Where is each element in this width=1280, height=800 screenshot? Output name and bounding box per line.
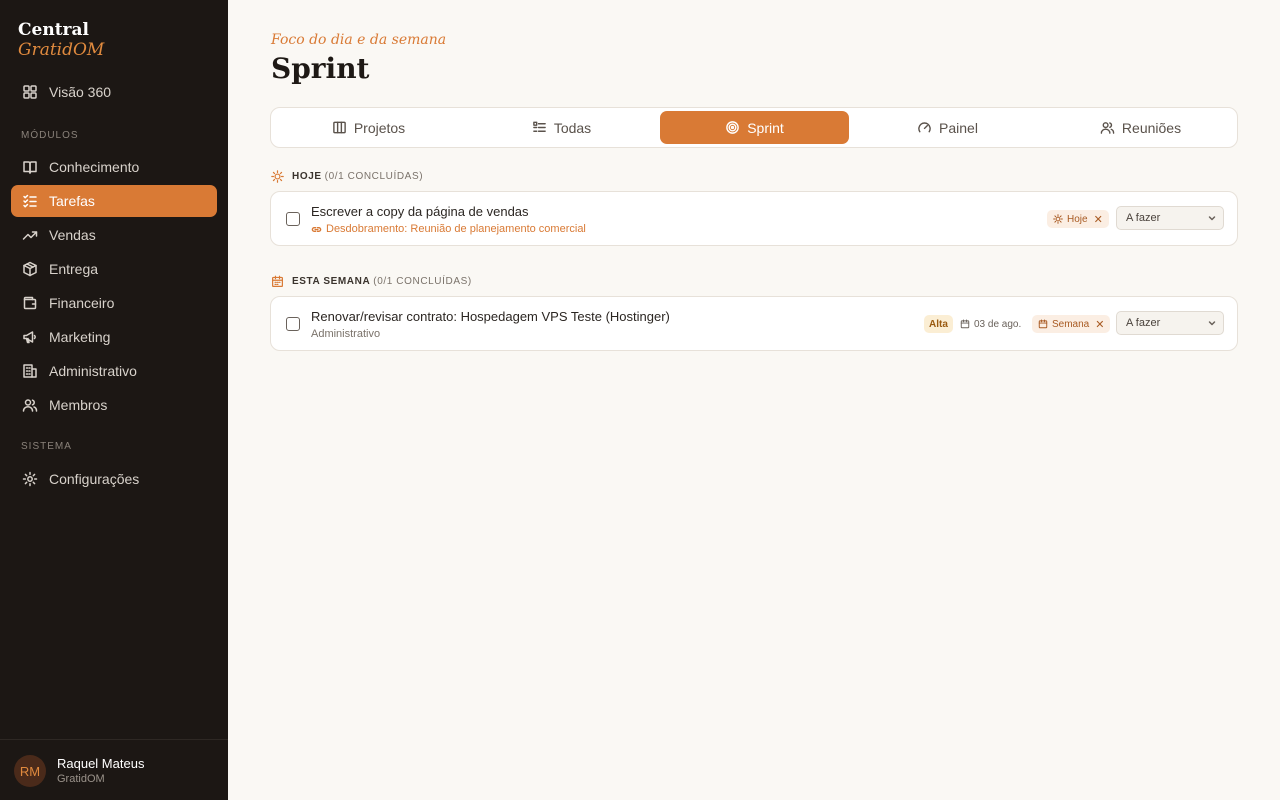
sidebar-item-visao-360[interactable]: Visão 360 (11, 76, 217, 108)
tab-label: Reuniões (1121, 119, 1182, 136)
group-name: ESTA SEMANA (292, 276, 371, 287)
calendar-icon (1038, 319, 1048, 329)
sidebar-item-membros[interactable]: Membros (11, 389, 217, 421)
user-profile[interactable]: RM Raquel Mateus GratidOM (0, 739, 228, 800)
sidebar-item-vendas[interactable]: Vendas (11, 219, 217, 251)
tab-label: Painel (939, 119, 978, 136)
chip-label: Semana (1052, 318, 1090, 330)
priority-badge: Alta (924, 315, 953, 333)
building-icon (22, 363, 38, 379)
sidebar-item-marketing[interactable]: Marketing (11, 321, 217, 353)
sidebar-item-label: Administrativo (49, 363, 137, 379)
tab-sprint[interactable]: Sprint (660, 111, 849, 144)
brand-logo[interactable]: Central GratidOM (18, 20, 104, 60)
tab-reunioes[interactable]: Reuniões (1046, 111, 1235, 144)
task-parent-link[interactable]: Desdobramento: Reunião de planejamento c… (311, 223, 586, 235)
remove-focus-button[interactable]: ✕ (1095, 318, 1104, 331)
due-date-label: 03 de ago. (974, 318, 1022, 330)
due-date: 03 de ago. (960, 315, 1021, 333)
task-title[interactable]: Renovar/revisar contrato: Hospedagem VPS… (311, 309, 670, 324)
sidebar-item-administrativo[interactable]: Administrativo (11, 355, 217, 387)
megaphone-icon (22, 329, 38, 345)
sun-icon (1053, 214, 1063, 224)
task-checkbox[interactable] (286, 212, 300, 226)
section-label-system: SISTEMA (21, 441, 72, 452)
section-label-modules: MÓDULOS (21, 130, 79, 141)
group-header-week: ESTA SEMANA (0/1 CONCLUÍDAS) (271, 275, 472, 288)
task-subtitle: Administrativo (311, 328, 381, 340)
sidebar-item-tarefas[interactable]: Tarefas (11, 185, 217, 217)
status-value: A fazer (1126, 317, 1161, 329)
group-header-today: HOJE (0/1 CONCLUÍDAS) (271, 170, 423, 183)
focus-chip-today: Hoje ✕ (1047, 210, 1109, 228)
gauge-icon (917, 120, 932, 135)
users-icon (22, 397, 38, 413)
group-count: (0/1 CONCLUÍDAS) (324, 171, 424, 182)
sun-icon (271, 170, 284, 183)
status-select[interactable]: A fazer (1116, 206, 1224, 230)
sidebar-item-label: Marketing (49, 329, 111, 345)
focus-chip-week: Semana ✕ (1032, 315, 1111, 333)
list-check-icon (22, 193, 38, 209)
grid-icon (22, 84, 38, 100)
sidebar-item-label: Configurações (49, 471, 140, 487)
tab-todas[interactable]: Todas (467, 111, 656, 144)
task-card[interactable]: Renovar/revisar contrato: Hospedagem VPS… (270, 296, 1238, 351)
sidebar-item-label: Financeiro (49, 295, 115, 311)
sidebar-item-label: Vendas (49, 227, 96, 243)
tab-painel[interactable]: Painel (853, 111, 1042, 144)
sidebar-item-conhecimento[interactable]: Conhecimento (11, 151, 217, 183)
sidebar-item-configuracoes[interactable]: Configurações (11, 463, 217, 495)
wallet-icon (22, 295, 38, 311)
calendar-icon (271, 275, 284, 288)
page-eyebrow: Foco do dia e da semana (271, 32, 447, 48)
gear-icon (22, 471, 38, 487)
avatar[interactable]: RM (14, 755, 46, 787)
status-value: A fazer (1126, 212, 1161, 224)
user-name: Raquel Mateus (57, 756, 145, 771)
status-select[interactable]: A fazer (1116, 311, 1224, 335)
task-card[interactable]: Escrever a copy da página de vendas Desd… (270, 191, 1238, 246)
tab-projetos[interactable]: Projetos (274, 111, 463, 144)
brand-line-1: Central (18, 20, 89, 40)
user-org: GratidOM (57, 773, 105, 785)
chevron-down-icon (1207, 213, 1217, 223)
book-icon (22, 159, 38, 175)
brand-line-2: GratidOM (18, 40, 105, 60)
sidebar-item-label: Entrega (49, 261, 99, 277)
sidebar-item-label: Conhecimento (49, 159, 140, 175)
sidebar-item-financeiro[interactable]: Financeiro (11, 287, 217, 319)
task-title[interactable]: Escrever a copy da página de vendas (311, 204, 529, 219)
remove-focus-button[interactable]: ✕ (1094, 213, 1103, 226)
task-subtitle: Desdobramento: Reunião de planejamento c… (326, 223, 586, 235)
group-name: HOJE (292, 171, 322, 182)
list-icon (532, 120, 547, 135)
users-icon (1100, 120, 1115, 135)
target-icon (725, 120, 740, 135)
sidebar-item-label: Visão 360 (49, 84, 112, 100)
sidebar-item-label: Tarefas (49, 193, 95, 209)
view-tabs: Projetos Todas Sprint Painel Reuniões (270, 107, 1238, 148)
tab-label: Projetos (353, 119, 406, 136)
group-count: (0/1 CONCLUÍDAS) (373, 276, 472, 287)
chip-label: Hoje (1067, 213, 1088, 225)
sidebar: Central GratidOM Visão 360 MÓDULOS Conhe… (0, 0, 228, 800)
trending-up-icon (22, 227, 38, 243)
sidebar-item-label: Membros (49, 397, 108, 413)
page-title: Sprint (271, 52, 370, 85)
task-checkbox[interactable] (286, 317, 300, 331)
tab-label: Todas (553, 119, 592, 136)
chevron-down-icon (1207, 318, 1217, 328)
calendar-icon (960, 319, 970, 329)
columns-icon (332, 120, 347, 135)
link-icon (311, 224, 322, 235)
tab-label: Sprint (747, 119, 784, 136)
sidebar-item-entrega[interactable]: Entrega (11, 253, 217, 285)
package-icon (22, 261, 38, 277)
